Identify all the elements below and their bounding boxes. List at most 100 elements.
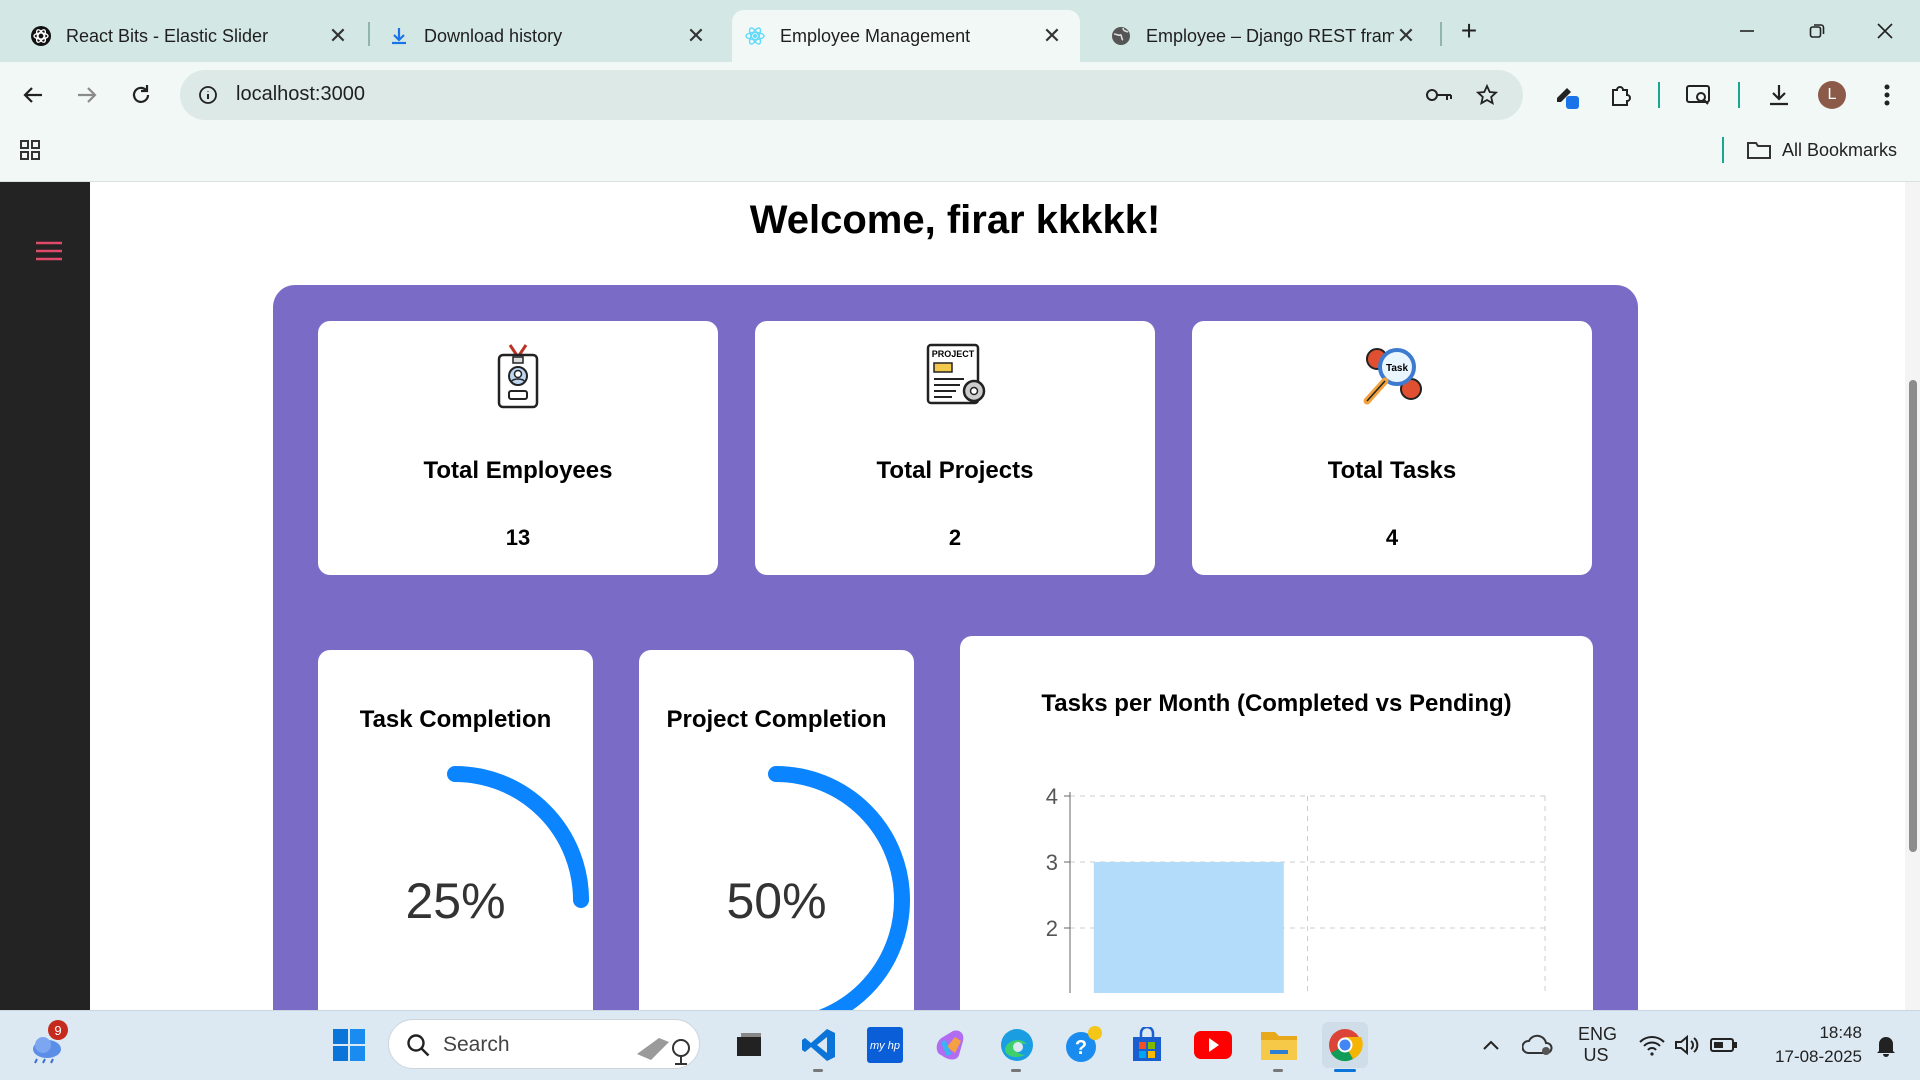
vscode-icon[interactable] [796,1022,842,1068]
clock-date: 17-08-2025 [1775,1047,1862,1066]
copilot-icon[interactable] [928,1022,974,1068]
tab-close-icon[interactable]: ✕ [326,23,350,49]
stat-card-tasks: Task Total Tasks 4 [1192,321,1592,575]
back-icon[interactable] [16,78,50,112]
y-tick-label: 4 [1046,784,1058,809]
tab-separator [1440,22,1442,46]
sidebar [0,182,90,1010]
stat-value: 4 [1385,525,1399,550]
eyedropper-extension-icon[interactable] [1550,78,1584,112]
weather-widget[interactable]: 9 [24,1020,70,1068]
search-icon [405,1032,431,1058]
file-explorer-icon[interactable] [1256,1022,1302,1068]
wifi-icon[interactable] [1634,1022,1670,1068]
menu-kebab-icon[interactable] [1870,78,1904,112]
scrollbar-thumb[interactable] [1909,380,1917,852]
gauge-value: 25% [405,873,506,929]
myhp-icon[interactable]: my hp [862,1022,908,1068]
stat-title: Total Employees [423,457,613,484]
restore-icon[interactable] [1800,14,1834,48]
password-key-icon[interactable] [1424,80,1454,110]
hamburger-menu-icon[interactable] [32,234,66,268]
tab-react-bits[interactable]: React Bits - Elastic Slider ✕ [0,10,350,62]
task-search-gear-icon: Task [1357,343,1427,409]
chrome-active-indicator [1334,1069,1356,1072]
tab-employee-management[interactable]: Employee Management ✕ [732,10,1080,62]
address-text[interactable]: localhost:3000 [236,83,365,106]
microsoft-store-icon[interactable] [1124,1022,1170,1068]
vscode-running-indicator [813,1069,823,1072]
taskbar-search[interactable]: Search [388,1019,700,1069]
bookmarks-bar [0,126,1920,182]
edge-icon[interactable] [994,1022,1040,1068]
new-tab-icon[interactable]: + [1452,14,1486,48]
stat-value: 13 [505,525,531,550]
task-icon-text: Task [1386,363,1408,374]
chrome-icon[interactable] [1322,1022,1368,1068]
show-hidden-icons-chevron-icon[interactable] [1476,1022,1506,1068]
tab-close-icon[interactable]: ✕ [1040,23,1064,49]
tab-label: Employee Management [780,25,971,46]
notifications-bell-icon[interactable] [1868,1022,1904,1068]
employee-badge-icon [483,343,553,409]
downloads-icon[interactable] [1762,78,1796,112]
tab-django-rest[interactable]: Employee – Django REST framework ✕ [1080,10,1418,62]
y-tick-label: 2 [1046,916,1058,941]
help-get-started-icon[interactable]: ? [1060,1022,1106,1068]
svg-text:my hp: my hp [870,1040,900,1052]
volume-icon[interactable] [1670,1022,1706,1068]
welcome-heading: Welcome, firar kkkkk! [749,198,1161,242]
react-bits-icon [30,25,52,47]
folder-icon [1746,140,1772,160]
tab-strip: React Bits - Elastic Slider ✕ Download h… [0,0,1920,62]
gauge-card-task-completion: Task Completion 25% [318,650,593,1070]
stat-title: Total Projects [876,457,1034,484]
project-icon-text: PROJECT [932,349,975,359]
apps-grid-icon[interactable] [16,136,44,164]
tab-download-history[interactable]: Download history ✕ [358,10,708,62]
bookmark-star-icon[interactable] [1472,80,1502,110]
reload-icon[interactable] [124,78,158,112]
search-placeholder: Search [443,1033,510,1056]
start-windows-icon[interactable] [326,1022,372,1068]
bar-series-1-cat-0 [1093,862,1284,993]
task-view-icon[interactable] [726,1022,772,1068]
toolbar-divider [1738,82,1740,108]
tab-close-icon[interactable]: ✕ [1394,23,1418,49]
edge-running-indicator [1011,1069,1021,1072]
extensions-puzzle-icon[interactable] [1604,78,1638,112]
project-document-icon: PROJECT [920,343,990,409]
toolbar-divider [1658,82,1660,108]
y-tick-label: 3 [1046,850,1058,875]
language-primary: ENG [1578,1024,1618,1044]
project-completion-gauge [768,766,910,1034]
all-bookmarks-label: All Bookmarks [1782,139,1898,160]
stat-card-employees: Total Employees 13 [318,321,718,575]
site-info-icon[interactable] [196,83,220,107]
screen-search-icon[interactable] [1682,78,1716,112]
stat-value: 2 [948,525,962,550]
download-icon [388,25,410,47]
stat-title: Total Tasks [1327,457,1457,484]
explorer-running-indicator [1273,1069,1283,1072]
tab-close-icon[interactable]: ✕ [684,23,708,49]
weather-badge: 9 [48,1020,68,1040]
language-indicator[interactable]: ENG US [1578,1024,1618,1066]
react-icon [744,25,766,47]
address-bar[interactable]: localhost:3000 [180,70,1523,120]
svg-text:?: ? [1075,1037,1087,1059]
forward-icon[interactable] [70,78,104,112]
close-window-icon[interactable] [1868,14,1902,48]
tab-label: React Bits - Elastic Slider [66,25,269,46]
gauge-value: 50% [726,873,827,929]
onedrive-cloud-icon[interactable] [1520,1022,1556,1068]
clock[interactable]: 18:48 17-08-2025 [1752,1021,1862,1069]
all-bookmarks-button[interactable]: All Bookmarks [1746,136,1897,164]
profile-avatar[interactable]: L [1818,81,1846,109]
task-completion-gauge [447,766,589,908]
youtube-icon[interactable] [1190,1022,1236,1068]
language-secondary: US [1583,1045,1609,1065]
minimize-icon[interactable] [1730,14,1764,48]
tab-label: Employee – Django REST framework [1146,25,1394,46]
battery-icon[interactable] [1706,1022,1742,1068]
